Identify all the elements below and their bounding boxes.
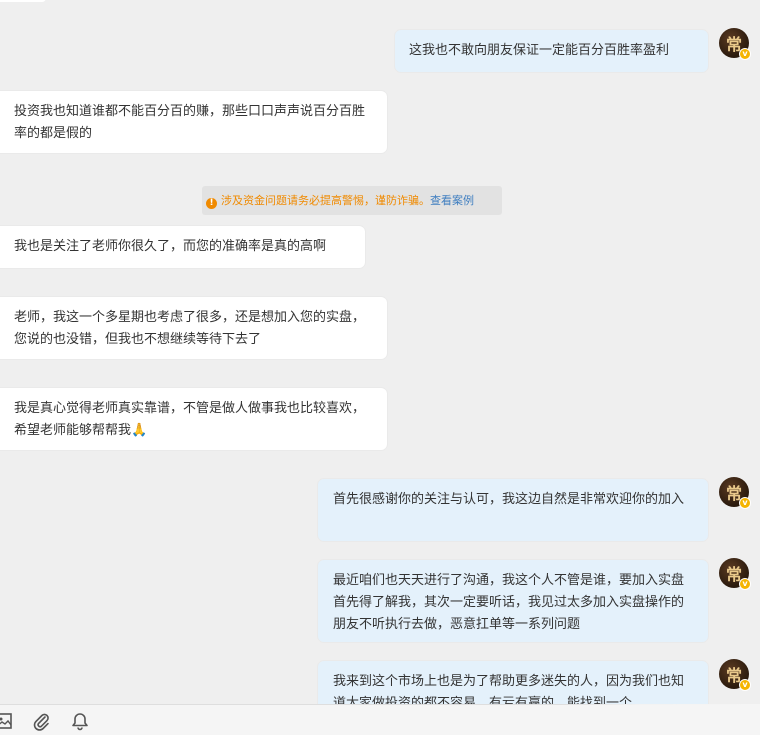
verified-badge-icon: v xyxy=(739,679,751,691)
fraud-warning-notice: ! 涉及资金问题请务必提高警惕，谨防诈骗。查看案例 xyxy=(202,186,502,215)
message-outgoing[interactable]: 这我也不敢向朋友保证一定能百分百胜率盈利 xyxy=(395,30,708,72)
verified-badge-icon: v xyxy=(739,497,751,509)
attachment-icon[interactable] xyxy=(31,711,51,731)
message-outgoing[interactable]: 我来到这个市场上也是为了帮助更多迷失的人，因为我们也知道大家做投资的都不容易，有… xyxy=(318,661,708,704)
message-outgoing[interactable]: 最近咱们也天天进行了沟通，我这个人不管是谁，要加入实盘首先得了解我，其次一定要听… xyxy=(318,560,708,642)
warning-text: 涉及资金问题请务必提高警惕，谨防诈骗。 xyxy=(221,194,430,207)
previous-message-stub xyxy=(0,0,46,2)
message-incoming[interactable]: 投资我也知道谁都不能百分百的赚，那些口口声声说百分百胜率的都是假的 xyxy=(0,91,387,153)
message-incoming[interactable]: 我是真心觉得老师真实靠谱，不管是做人做事我也比较喜欢，希望老师能够帮帮我🙏 xyxy=(0,388,387,450)
image-icon[interactable] xyxy=(0,711,14,731)
chat-area: 这我也不敢向朋友保证一定能百分百胜率盈利 常 v 投资我也知道谁都不能百分百的赚… xyxy=(0,0,760,704)
warning-icon: ! xyxy=(206,198,217,209)
avatar[interactable]: 常 v xyxy=(719,477,751,509)
message-outgoing[interactable]: 首先很感谢你的关注与认可，我这边自然是非常欢迎你的加入 xyxy=(318,479,708,541)
message-incoming[interactable]: 老师，我这一个多星期也考虑了很多，还是想加入您的实盘，您说的也没错，但我也不想继… xyxy=(0,297,387,359)
avatar[interactable]: 常 v xyxy=(719,659,751,691)
message-incoming[interactable]: 我也是关注了老师你很久了，而您的准确率是真的高啊 xyxy=(0,226,365,268)
avatar[interactable]: 常 v xyxy=(719,558,751,590)
verified-badge-icon: v xyxy=(739,578,751,590)
verified-badge-icon: v xyxy=(739,48,751,60)
bell-icon[interactable] xyxy=(70,711,90,731)
input-toolbar xyxy=(0,704,760,735)
avatar[interactable]: 常 v xyxy=(719,28,751,60)
view-cases-link[interactable]: 查看案例 xyxy=(430,194,474,207)
